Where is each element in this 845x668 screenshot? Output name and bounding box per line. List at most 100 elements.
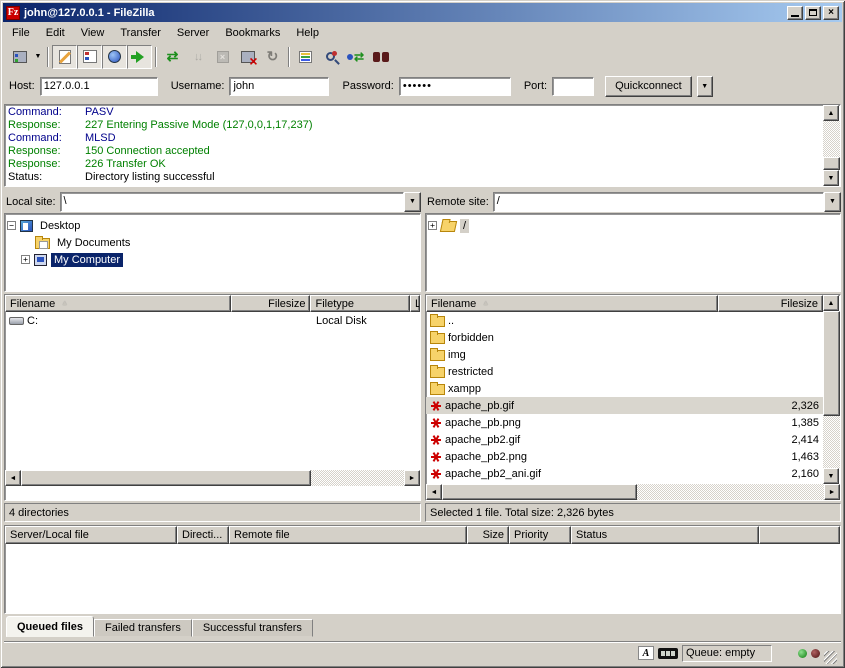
column-filename[interactable]: Filename▲ xyxy=(5,295,231,312)
tree-item-desktop[interactable]: − Desktop xyxy=(7,217,418,234)
reconnect-button[interactable]: ↻ xyxy=(260,45,285,69)
column-size[interactable]: Size xyxy=(467,526,509,544)
remote-hscrollbar[interactable]: ◄ ► xyxy=(426,484,840,500)
remote-site-combo[interactable]: / ▼ xyxy=(493,192,841,212)
tab-successful-transfers[interactable]: Successful transfers xyxy=(192,619,313,637)
site-manager-button[interactable] xyxy=(7,45,32,69)
tree-item-root[interactable]: + / xyxy=(428,217,838,234)
collapse-icon[interactable]: − xyxy=(7,221,16,230)
list-item-apache-pb-gif[interactable]: apache_pb.gif2,326 xyxy=(426,397,823,414)
filter-button[interactable] xyxy=(293,45,318,69)
quickconnect-button[interactable]: Quickconnect xyxy=(605,76,692,97)
directory-comparison-button[interactable] xyxy=(368,45,393,69)
list-item-apache-pb2-gif[interactable]: apache_pb2.gif2,414 xyxy=(426,431,823,448)
chevron-down-icon[interactable]: ▼ xyxy=(824,192,841,212)
message-log[interactable]: Command:PASV Response:227 Entering Passi… xyxy=(4,104,841,187)
synchronized-browsing-button[interactable]: ⇄ xyxy=(343,45,368,69)
toolbar: ▼ ⇄ ↓↓ × ↻ ⇄ xyxy=(4,42,841,71)
menu-file[interactable]: File xyxy=(4,25,38,41)
column-remote-file[interactable]: Remote file xyxy=(229,526,467,544)
scroll-left-icon[interactable]: ◄ xyxy=(426,484,442,500)
password-input[interactable]: •••••• xyxy=(399,77,511,96)
scroll-right-icon[interactable]: ► xyxy=(824,484,840,500)
list-item-img[interactable]: img xyxy=(426,346,823,363)
local-hscrollbar[interactable]: ◄ ► xyxy=(5,470,420,486)
scrollbar-thumb[interactable] xyxy=(823,311,840,416)
menu-bookmarks[interactable]: Bookmarks xyxy=(217,25,288,41)
scrollbar-thumb[interactable] xyxy=(21,470,311,486)
scrollbar-thumb[interactable] xyxy=(823,157,840,170)
tree-item-my-documents[interactable]: My Documents xyxy=(7,234,418,251)
menu-server[interactable]: Server xyxy=(169,25,217,41)
column-server-local-file[interactable]: Server/Local file xyxy=(5,526,177,544)
process-queue-button[interactable]: ↓↓ xyxy=(185,45,210,69)
scroll-down-icon[interactable]: ▼ xyxy=(823,468,839,484)
expand-icon[interactable]: + xyxy=(21,255,30,264)
menu-view[interactable]: View xyxy=(73,25,113,41)
cancel-operation-button[interactable]: × xyxy=(210,45,235,69)
quickconnect-bar: Host: 127.0.0.1 Username: john Password:… xyxy=(4,71,841,101)
maximize-button[interactable] xyxy=(805,6,821,20)
minimize-button[interactable] xyxy=(787,6,803,20)
port-input[interactable] xyxy=(552,77,594,96)
tree-item-my-computer[interactable]: + My Computer xyxy=(7,251,418,268)
queue-header: Server/Local file Directi... Remote file… xyxy=(5,526,840,544)
column-filename[interactable]: Filename▲ xyxy=(426,295,718,312)
toggle-remote-tree-button[interactable] xyxy=(102,45,127,69)
menu-edit[interactable]: Edit xyxy=(38,25,73,41)
scroll-down-icon[interactable]: ▼ xyxy=(823,170,839,186)
refresh-button[interactable]: ⇄ xyxy=(160,45,185,69)
apache-file-icon xyxy=(430,417,442,429)
search-icon xyxy=(326,52,335,61)
disconnect-button[interactable] xyxy=(235,45,260,69)
scroll-up-icon[interactable]: ▲ xyxy=(823,295,839,311)
host-input[interactable]: 127.0.0.1 xyxy=(40,77,158,96)
list-item-apache-pb-png[interactable]: apache_pb.png1,385 xyxy=(426,414,823,431)
scroll-right-icon[interactable]: ► xyxy=(404,470,420,486)
close-button[interactable]: × xyxy=(823,6,839,20)
list-item-c-drive[interactable]: C: Local Disk xyxy=(5,312,420,329)
list-item-apache-pb2-png[interactable]: apache_pb2.png1,463 xyxy=(426,448,823,465)
list-item-parent-dir[interactable]: .. xyxy=(426,312,823,329)
log-line: Response:227 Entering Passive Mode (127,… xyxy=(8,119,837,132)
column-filetype[interactable]: Filetype xyxy=(310,295,410,312)
tab-queued-files[interactable]: Queued files xyxy=(6,616,94,637)
list-item-apache-pb2-ani-gif[interactable]: apache_pb2_ani.gif2,160 xyxy=(426,465,823,482)
column-status[interactable]: Status xyxy=(571,526,759,544)
column-last-modified[interactable]: L xyxy=(410,295,420,312)
local-site-combo[interactable]: \ ▼ xyxy=(60,192,421,212)
menu-help[interactable]: Help xyxy=(288,25,327,41)
list-item-forbidden[interactable]: forbidden xyxy=(426,329,823,346)
resize-grip[interactable] xyxy=(824,651,837,664)
toggle-local-tree-button[interactable] xyxy=(77,45,102,69)
scroll-up-icon[interactable]: ▲ xyxy=(823,105,839,121)
list-item-restricted[interactable]: restricted xyxy=(426,363,823,380)
remote-vscrollbar[interactable]: ▲ ▼ xyxy=(823,295,840,484)
indicator-badge-icon xyxy=(658,648,678,659)
close-icon: × xyxy=(828,8,834,18)
scrollbar-thumb[interactable] xyxy=(442,484,637,500)
column-priority[interactable]: Priority xyxy=(509,526,571,544)
file-search-button[interactable] xyxy=(318,45,343,69)
title-bar[interactable]: Fz john@127.0.0.1 - FileZilla × xyxy=(3,3,842,22)
log-scrollbar[interactable]: ▲ ▼ xyxy=(823,105,840,186)
column-direction[interactable]: Directi... xyxy=(177,526,229,544)
scroll-left-icon[interactable]: ◄ xyxy=(5,470,21,486)
list-item-xampp[interactable]: xampp xyxy=(426,380,823,397)
username-input[interactable]: john xyxy=(229,77,329,96)
quickconnect-dropdown[interactable]: ▼ xyxy=(697,76,713,97)
menu-transfer[interactable]: Transfer xyxy=(112,25,169,41)
toggle-message-log-button[interactable] xyxy=(52,45,77,69)
tab-failed-transfers[interactable]: Failed transfers xyxy=(94,619,192,637)
log-line: Command:PASV xyxy=(8,106,837,119)
toggle-queue-button[interactable] xyxy=(127,45,152,69)
chevron-down-icon[interactable]: ▼ xyxy=(404,192,421,212)
expand-icon[interactable]: + xyxy=(428,221,437,230)
filezilla-logo-icon: Fz xyxy=(6,6,20,20)
column-filesize[interactable]: Filesize xyxy=(231,295,311,312)
apache-file-icon xyxy=(430,451,442,463)
column-filesize[interactable]: Filesize xyxy=(718,295,823,312)
cancel-icon: × xyxy=(217,51,229,63)
data-type-indicator-icon: A xyxy=(638,646,654,660)
site-manager-dropdown[interactable]: ▼ xyxy=(32,46,44,68)
